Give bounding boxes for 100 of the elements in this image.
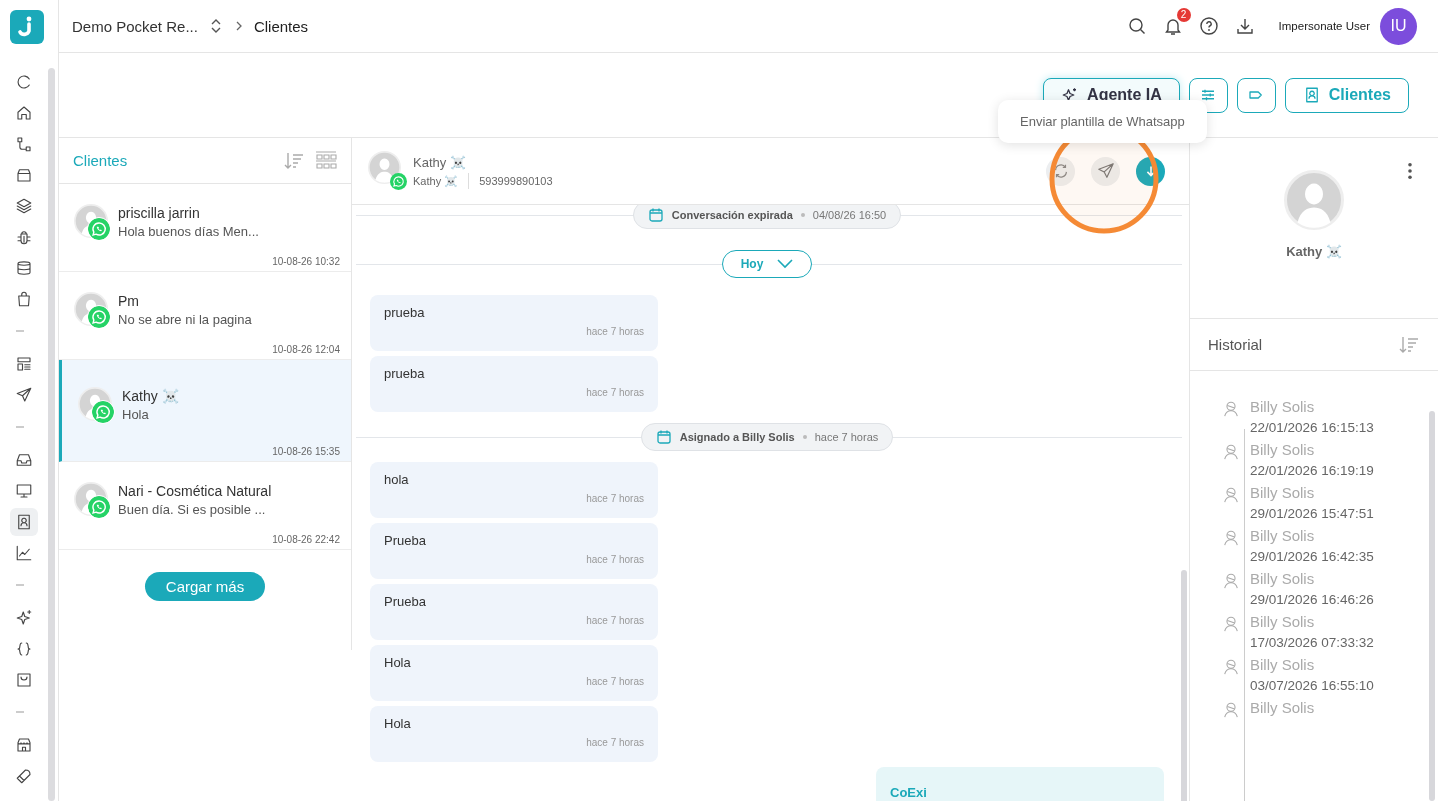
- message-time: hace 7 horas: [586, 493, 644, 504]
- workspace-name[interactable]: Demo Pocket Re...: [72, 17, 198, 35]
- notification-badge: 2: [1176, 8, 1191, 22]
- tag-button[interactable]: [1236, 77, 1276, 113]
- message-preview: Hola buenos días Men...: [118, 223, 259, 239]
- message-time: hace 7 horas: [586, 676, 644, 687]
- user-icon: [1222, 486, 1240, 504]
- whatsapp-icon: [87, 304, 111, 329]
- calendar-icon: [655, 429, 672, 445]
- braces-icon: [15, 639, 33, 658]
- user-icon: [1222, 701, 1240, 719]
- monitor-icon: [15, 481, 33, 500]
- whatsapp-icon: [87, 494, 111, 519]
- event-time: hace 7 horas: [814, 431, 879, 443]
- message-time: hace 7 horas: [586, 326, 644, 337]
- flow-icon: [15, 134, 33, 153]
- history-user: Billy Solis: [1250, 656, 1316, 673]
- help-icon[interactable]: [1198, 16, 1219, 36]
- user-icon: [1222, 572, 1240, 590]
- message-text: Prueba: [384, 533, 427, 548]
- message-time: hace 7 horas: [586, 737, 644, 748]
- message-preview: Hola: [122, 406, 150, 422]
- history-time: 22/01/2026 16:19:19: [1250, 463, 1374, 478]
- history-user: Billy Solis: [1250, 484, 1316, 501]
- separator-dot: [802, 435, 807, 439]
- history-user: Billy Solis: [1250, 613, 1316, 630]
- timestamp: 10-08-26 12:04: [272, 344, 340, 355]
- history-user: Billy Solis: [1250, 570, 1316, 587]
- sparkle-icon: [15, 608, 33, 627]
- scrollbar[interactable]: [1181, 570, 1187, 801]
- profile-name: Kathy ☠: [1286, 244, 1342, 259]
- history-time: 29/01/2026 16:42:35: [1250, 549, 1374, 564]
- bell-icon[interactable]: [1162, 16, 1183, 36]
- message-text: prueba: [384, 366, 426, 381]
- more-icon[interactable]: [1407, 162, 1413, 180]
- contact-icon: [15, 512, 33, 531]
- client-item[interactable]: priscilla jarrin Hola buenos días Men... 10-08-26 10:32: [59, 184, 351, 272]
- avatar-icon: [1284, 170, 1344, 230]
- send-icon: [15, 385, 33, 404]
- avatar-icon: [368, 150, 401, 184]
- history-user: Billy Solis: [1250, 699, 1315, 716]
- history-user: Billy Solis: [1250, 527, 1316, 544]
- history-time: 22/01/2026 16:15:13: [1250, 420, 1374, 435]
- breadcrumb-current: Clientes: [253, 17, 309, 35]
- send-button[interactable]: [1091, 156, 1120, 186]
- refresh-icon: [15, 72, 33, 91]
- history-user: Billy Solis: [1250, 398, 1316, 415]
- user-name: Impersonate User: [1278, 20, 1370, 32]
- history-time: 17/03/2026 07:33:32: [1250, 635, 1374, 650]
- client-name: priscilla jarrin: [118, 204, 201, 221]
- message-text: hola: [384, 472, 410, 487]
- panel-title: Clientes: [73, 152, 128, 169]
- history-time: 29/01/2026 16:46:26: [1250, 592, 1374, 607]
- message-text: Prueba: [384, 594, 427, 609]
- section-title: Historial: [1208, 336, 1263, 353]
- phone-number: 593999890103: [479, 175, 553, 187]
- download-button[interactable]: [1136, 156, 1165, 186]
- user-icon: [1222, 400, 1240, 418]
- event-time: 04/08/26 16:50: [812, 209, 887, 221]
- download-icon[interactable]: [1234, 16, 1255, 36]
- layout-icon: [15, 354, 33, 373]
- user-icon: [1222, 658, 1240, 676]
- tooltip: Enviar plantilla de Whatsapp: [998, 100, 1207, 143]
- message-text: prueba: [384, 305, 426, 320]
- refresh-button[interactable]: [1046, 156, 1075, 186]
- bag-icon: [15, 289, 33, 308]
- message-time: hace 7 horas: [586, 615, 644, 626]
- store-icon: [15, 735, 33, 754]
- message-time: hace 7 horas: [586, 554, 644, 565]
- user-avatar[interactable]: IU: [1380, 7, 1417, 45]
- shopping-icon: [15, 670, 33, 689]
- message-text: Hola: [384, 716, 412, 731]
- logo-icon[interactable]: [10, 9, 44, 44]
- timestamp: 10-08-26 15:35: [272, 446, 340, 457]
- layers-icon: [15, 196, 33, 215]
- user-icon: [1222, 615, 1240, 633]
- send-icon: [1096, 162, 1115, 180]
- client-name: Nari - Cosmética Natural: [118, 482, 272, 499]
- whatsapp-icon: [390, 172, 407, 190]
- database-icon: [15, 258, 33, 277]
- separator-dot: [800, 213, 805, 217]
- search-icon[interactable]: [1126, 16, 1147, 36]
- scrollbar[interactable]: [1429, 411, 1435, 801]
- history-time: 29/01/2026 15:47:51: [1250, 506, 1374, 521]
- whatsapp-icon: [91, 399, 115, 424]
- message-preview: Buen día. Si es posible ...: [118, 501, 267, 517]
- calendar-icon: [647, 207, 664, 223]
- client-name: Pm: [118, 292, 140, 309]
- message-text: CoExi: [890, 785, 928, 800]
- event-text: Conversación expirada: [671, 209, 793, 221]
- whatsapp-icon: [87, 216, 111, 241]
- chevron-down-icon: [777, 259, 794, 269]
- client-item[interactable]: Nari - Cosmética Natural Buen día. Si es posible ... 10-08-26 22:42: [59, 462, 351, 550]
- client-item[interactable]: Kathy ☠ Hola 10-08-26 15:35: [59, 360, 351, 462]
- scrollbar[interactable]: [48, 68, 55, 801]
- history-user: Billy Solis: [1250, 441, 1316, 458]
- message-preview: No se abre ni la pagina: [118, 311, 252, 327]
- chart-icon: [15, 543, 33, 562]
- contact-name: Kathy ☠: [413, 155, 467, 170]
- history-time: 03/07/2026 16:55:10: [1250, 678, 1374, 693]
